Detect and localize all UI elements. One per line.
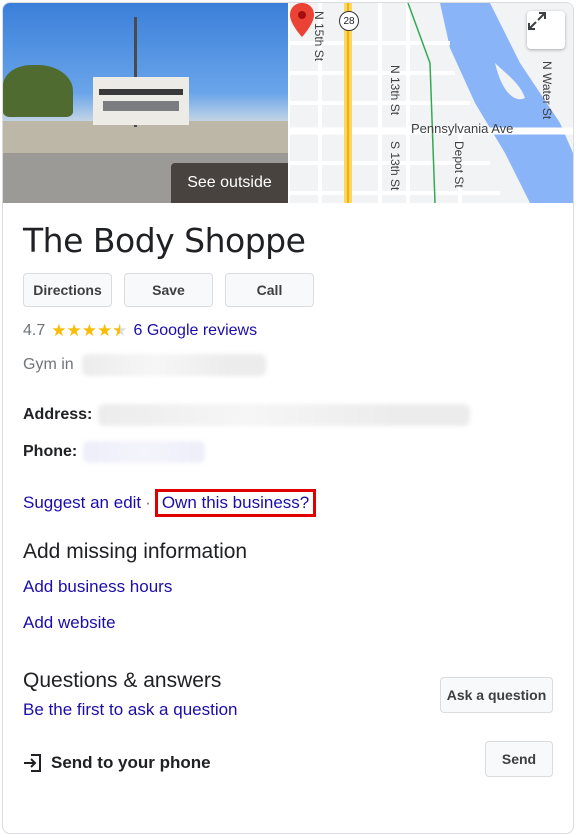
redacted-address	[98, 404, 471, 426]
category-text: Gym in	[23, 356, 74, 373]
edit-links: Suggest an edit · Own this business?	[23, 489, 317, 517]
save-button[interactable]: Save	[124, 273, 213, 307]
send-button[interactable]: Send	[485, 741, 553, 777]
separator: ·	[145, 493, 151, 512]
map-label-water: N Water St	[540, 61, 554, 120]
location-map[interactable]: 28 N 15th St N 13th St S 13th St Depot S…	[290, 3, 573, 203]
phone-label: Phone:	[23, 443, 78, 460]
directions-button[interactable]: Directions	[23, 273, 112, 307]
address-label: Address:	[23, 406, 93, 423]
own-business-link[interactable]: Own this business?	[162, 493, 309, 512]
add-website-link[interactable]: Add website	[23, 613, 116, 633]
send-to-phone-row: Send to your phone	[23, 753, 211, 773]
call-button[interactable]: Call	[225, 273, 314, 307]
send-to-device-icon	[24, 754, 41, 772]
expand-icon	[528, 12, 546, 30]
map-label-s13: S 13th St	[388, 141, 402, 191]
action-buttons: Directions Save Call	[23, 273, 314, 307]
add-hours-link[interactable]: Add business hours	[23, 577, 172, 597]
rating-value: 4.7	[23, 322, 46, 339]
business-name: The Body Shoppe	[23, 221, 306, 260]
category-row: Gym in	[23, 354, 266, 376]
phone-row: Phone:	[23, 441, 206, 463]
map-label-n15: N 15th St	[312, 11, 326, 62]
qa-heading: Questions & answers	[23, 669, 222, 692]
route-shield: 28	[339, 11, 359, 31]
send-to-phone-label: Send to your phone	[51, 753, 211, 772]
ask-question-button[interactable]: Ask a question	[440, 677, 553, 713]
address-row: Address:	[23, 404, 471, 426]
rating-row: 4.7 ★★★★★★ 6 Google reviews	[23, 321, 257, 341]
map-label-n13: N 13th St	[388, 65, 402, 116]
photo-building	[93, 77, 189, 125]
street-view-photo[interactable]: See outside	[3, 3, 288, 203]
missing-info-heading: Add missing information	[23, 540, 248, 563]
knowledge-panel: See outside 28 N 15th St N 13th St S 13t…	[2, 2, 574, 834]
redacted-location	[81, 354, 266, 376]
map-label-depot: Depot St	[452, 141, 466, 188]
ask-first-link[interactable]: Be the first to ask a question	[23, 700, 238, 720]
redacted-phone[interactable]	[83, 441, 206, 463]
highlight-box: Own this business?	[154, 489, 317, 517]
reviews-link[interactable]: 6 Google reviews	[133, 322, 257, 340]
map-label-pennsylvania: Pennsylvania Ave	[411, 121, 514, 136]
star-rating-icon: ★★★★★★	[51, 321, 128, 340]
suggest-edit-link[interactable]: Suggest an edit	[23, 493, 141, 513]
expand-map-button[interactable]	[527, 11, 565, 49]
see-outside-button[interactable]: See outside	[171, 163, 288, 203]
photo-trees	[3, 65, 73, 117]
location-pin-icon	[290, 3, 314, 37]
